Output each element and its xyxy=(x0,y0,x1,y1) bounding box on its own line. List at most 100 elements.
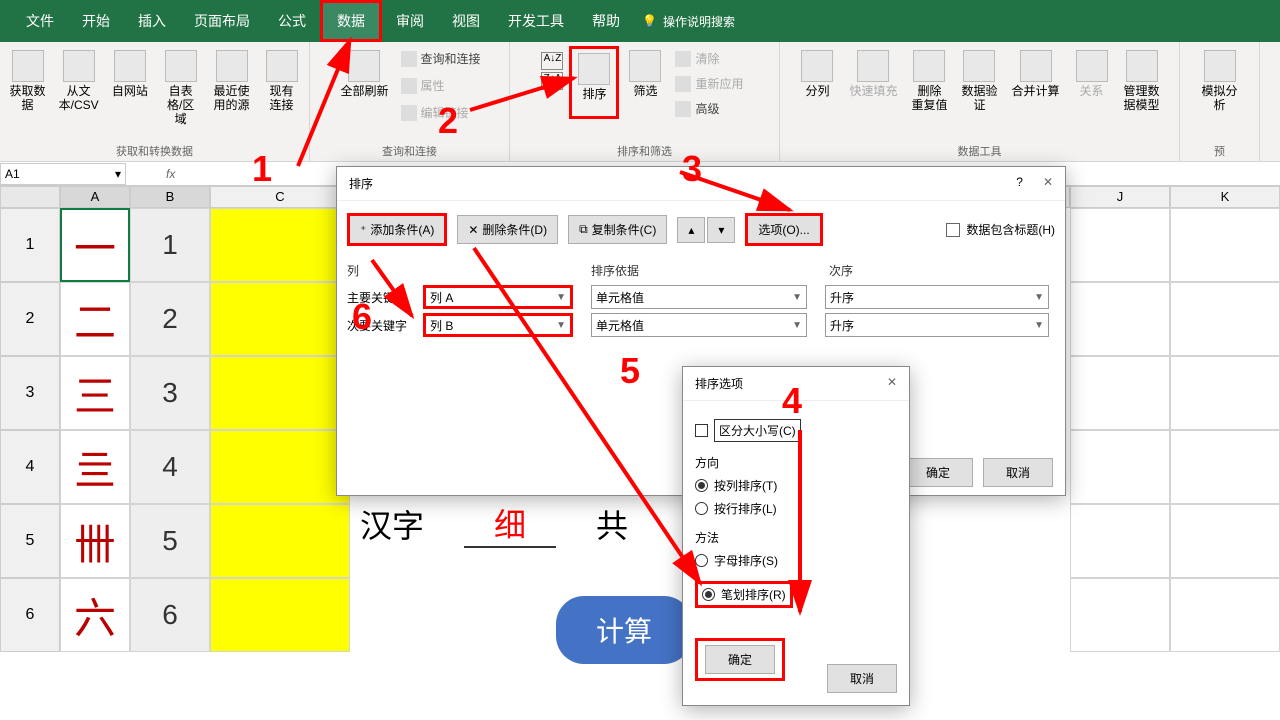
cell[interactable]: 6 xyxy=(130,578,210,652)
header-checkbox[interactable]: 数据包含标题(H) xyxy=(946,221,1055,238)
cell[interactable] xyxy=(210,504,350,578)
data-model-button[interactable]: 管理数 据模型 xyxy=(1118,46,1166,116)
cell[interactable]: 三 xyxy=(60,356,130,430)
fx-icon[interactable]: fx xyxy=(166,167,175,181)
reapply-button[interactable]: 重新应用 xyxy=(671,73,747,94)
primary-col-combo[interactable]: 列 A▼ xyxy=(423,285,573,309)
cell[interactable] xyxy=(1070,208,1170,282)
cell[interactable] xyxy=(1170,356,1280,430)
cell[interactable]: 一 xyxy=(60,208,130,282)
row-header[interactable]: 3 xyxy=(0,356,60,430)
cell[interactable]: 2 xyxy=(130,282,210,356)
col-header-J[interactable]: J xyxy=(1070,186,1170,208)
edit-links-button[interactable]: 编辑链接 xyxy=(397,102,485,123)
pinyin-radio[interactable]: 字母排序(S) xyxy=(695,552,897,569)
options-ok-button[interactable]: 确定 xyxy=(705,645,775,674)
cell[interactable] xyxy=(1070,430,1170,504)
cell[interactable] xyxy=(210,282,350,356)
relations-button[interactable]: 关系 xyxy=(1068,46,1116,116)
row-header[interactable]: 1 xyxy=(0,208,60,282)
row-header[interactable]: 2 xyxy=(0,282,60,356)
sort-button[interactable]: 排序 xyxy=(569,46,619,119)
close-icon[interactable]: ✕ xyxy=(887,375,897,392)
primary-sorton-combo[interactable]: 单元格值▼ xyxy=(591,285,807,309)
sort-by-col-radio[interactable]: 按列排序(T) xyxy=(695,477,897,494)
cell[interactable]: 二 xyxy=(60,282,130,356)
cell[interactable] xyxy=(210,356,350,430)
filter-button[interactable]: 筛选 xyxy=(621,46,669,119)
cell[interactable] xyxy=(210,430,350,504)
cell[interactable]: 3 xyxy=(130,356,210,430)
whatif-button[interactable]: 模拟分析 xyxy=(1190,46,1249,116)
menu-insert[interactable]: 插入 xyxy=(124,3,180,39)
sort-ok-button[interactable]: 确定 xyxy=(903,458,973,487)
menu-home[interactable]: 开始 xyxy=(68,3,124,39)
move-down-button[interactable]: ▾ xyxy=(707,217,735,243)
col-header-C[interactable]: C xyxy=(210,186,350,208)
cell[interactable] xyxy=(1070,504,1170,578)
from-csv-button[interactable]: 从文 本/CSV xyxy=(54,46,104,130)
existing-button[interactable]: 现有 连接 xyxy=(258,46,306,130)
row-header[interactable]: 4 xyxy=(0,430,60,504)
menu-data[interactable]: 数据 xyxy=(320,0,382,42)
copy-level-button[interactable]: ⧉复制条件(C) xyxy=(568,215,667,244)
cell[interactable] xyxy=(1170,504,1280,578)
secondary-order-combo[interactable]: 升序▼ xyxy=(825,313,1049,337)
menu-view[interactable]: 视图 xyxy=(438,3,494,39)
help-icon[interactable]: ? xyxy=(1016,175,1023,189)
tell-me[interactable]: 💡操作说明搜索 xyxy=(642,13,735,30)
move-up-button[interactable]: ▴ xyxy=(677,217,705,243)
name-box[interactable]: A1▾ xyxy=(0,163,126,185)
cell[interactable] xyxy=(1170,282,1280,356)
add-level-button[interactable]: ⁺添加条件(A) xyxy=(347,213,447,246)
cell[interactable] xyxy=(1170,430,1280,504)
get-data-button[interactable]: 获取数 据 xyxy=(4,46,52,130)
close-icon[interactable]: ✕ xyxy=(1043,175,1053,189)
sort-asc-icon[interactable]: A↓Z xyxy=(541,52,563,70)
sort-cancel-button[interactable]: 取消 xyxy=(983,458,1053,487)
select-all-corner[interactable] xyxy=(0,186,60,208)
secondary-col-combo[interactable]: 列 B▼ xyxy=(423,313,573,337)
case-sensitive-checkbox[interactable]: 区分大小写(C) xyxy=(695,419,897,442)
menu-help[interactable]: 帮助 xyxy=(578,3,634,39)
menu-layout[interactable]: 页面布局 xyxy=(180,3,264,39)
cell[interactable] xyxy=(1070,356,1170,430)
cell[interactable] xyxy=(210,578,350,652)
row-header[interactable]: 5 xyxy=(0,504,60,578)
from-range-button[interactable]: 自表 格/区域 xyxy=(156,46,206,130)
clear-button[interactable]: 清除 xyxy=(671,48,747,69)
cell[interactable] xyxy=(1070,578,1170,652)
cell[interactable]: 卌 xyxy=(60,504,130,578)
stroke-radio[interactable]: 笔划排序(R) xyxy=(695,581,793,608)
cell[interactable]: 1 xyxy=(130,208,210,282)
consolidate-button[interactable]: 合并计算 xyxy=(1006,46,1066,116)
properties-button[interactable]: 属性 xyxy=(397,75,485,96)
col-header-A[interactable]: A xyxy=(60,186,130,208)
calc-button[interactable]: 计算 xyxy=(556,596,692,664)
cell[interactable] xyxy=(210,208,350,282)
delete-level-button[interactable]: ✕删除条件(D) xyxy=(457,215,558,244)
sort-desc-icon[interactable]: Z↓A xyxy=(541,72,563,90)
cell[interactable]: 4 xyxy=(130,430,210,504)
menu-review[interactable]: 审阅 xyxy=(382,3,438,39)
cell[interactable]: 5 xyxy=(130,504,210,578)
menu-formula[interactable]: 公式 xyxy=(264,3,320,39)
validation-button[interactable]: 数据验 证 xyxy=(955,46,1003,116)
cell[interactable] xyxy=(1170,208,1280,282)
cell[interactable]: 亖 xyxy=(60,430,130,504)
recent-button[interactable]: 最近使 用的源 xyxy=(208,46,256,130)
col-header-K[interactable]: K xyxy=(1170,186,1280,208)
cell[interactable] xyxy=(1070,282,1170,356)
from-web-button[interactable]: 自网站 xyxy=(106,46,154,130)
options-cancel-button[interactable]: 取消 xyxy=(827,664,897,693)
flash-fill-button[interactable]: 快速填充 xyxy=(843,46,903,116)
text-to-cols-button[interactable]: 分列 xyxy=(793,46,841,116)
primary-order-combo[interactable]: 升序▼ xyxy=(825,285,1049,309)
menu-dev[interactable]: 开发工具 xyxy=(494,3,578,39)
row-header[interactable]: 6 xyxy=(0,578,60,652)
menu-file[interactable]: 文件 xyxy=(12,3,68,39)
secondary-sorton-combo[interactable]: 单元格值▼ xyxy=(591,313,807,337)
sort-by-row-radio[interactable]: 按行排序(L) xyxy=(695,500,897,517)
refresh-all-button[interactable]: 全部刷新 xyxy=(334,46,394,123)
remove-dup-button[interactable]: 删除 重复值 xyxy=(905,46,953,116)
